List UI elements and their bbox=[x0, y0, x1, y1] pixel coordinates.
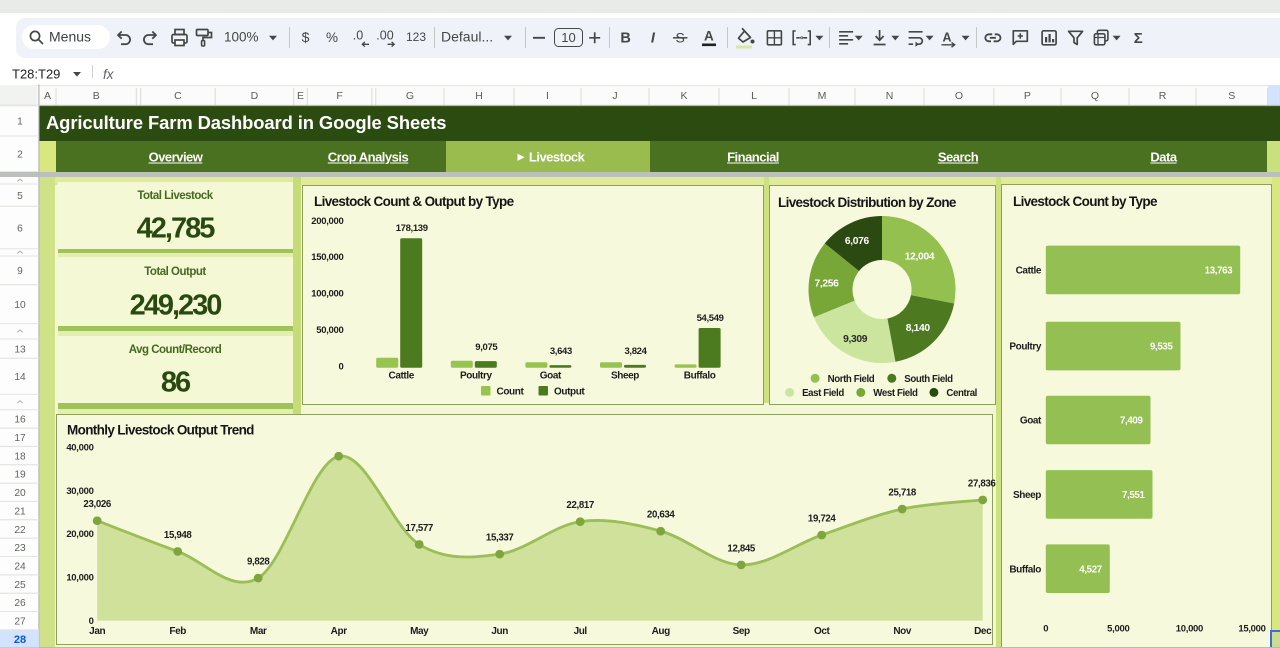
svg-text:16: 16 bbox=[14, 415, 26, 426]
svg-text:19: 19 bbox=[14, 470, 26, 481]
svg-text:21: 21 bbox=[14, 506, 26, 517]
svg-text:F: F bbox=[336, 90, 342, 102]
svg-text:G: G bbox=[406, 90, 414, 102]
svg-text:14: 14 bbox=[14, 372, 26, 383]
svg-text:J: J bbox=[612, 90, 617, 102]
svg-text:H: H bbox=[475, 90, 483, 102]
svg-text:13: 13 bbox=[14, 344, 26, 355]
svg-text:20: 20 bbox=[14, 488, 26, 499]
svg-text:28: 28 bbox=[14, 634, 26, 646]
svg-text:9: 9 bbox=[17, 266, 23, 277]
svg-text:18: 18 bbox=[14, 451, 26, 462]
svg-text:R: R bbox=[1159, 90, 1167, 102]
svg-text:O: O bbox=[955, 90, 963, 102]
svg-text:22: 22 bbox=[14, 525, 26, 536]
svg-text:10: 10 bbox=[14, 300, 26, 311]
svg-text:I: I bbox=[546, 90, 549, 102]
svg-text:A: A bbox=[44, 90, 51, 102]
svg-text:1: 1 bbox=[17, 117, 23, 128]
svg-text:K: K bbox=[680, 90, 687, 102]
svg-text:6: 6 bbox=[17, 223, 23, 234]
svg-text:L: L bbox=[751, 90, 757, 102]
svg-text:2: 2 bbox=[17, 150, 23, 161]
svg-text:23: 23 bbox=[14, 543, 26, 554]
svg-text:5: 5 bbox=[17, 191, 23, 202]
svg-text:17: 17 bbox=[14, 433, 26, 444]
svg-text:27: 27 bbox=[14, 617, 26, 628]
svg-text:25: 25 bbox=[14, 580, 26, 591]
svg-text:B: B bbox=[93, 90, 100, 102]
svg-text:S: S bbox=[1228, 90, 1235, 102]
svg-text:M: M bbox=[818, 90, 827, 102]
svg-text:P: P bbox=[1024, 90, 1031, 102]
svg-text:D: D bbox=[251, 90, 259, 102]
svg-text:E: E bbox=[297, 90, 304, 102]
svg-text:Q: Q bbox=[1091, 90, 1099, 102]
svg-text:N: N bbox=[886, 90, 894, 102]
svg-text:26: 26 bbox=[14, 598, 26, 609]
svg-text:C: C bbox=[174, 90, 182, 102]
svg-text:24: 24 bbox=[14, 562, 26, 573]
